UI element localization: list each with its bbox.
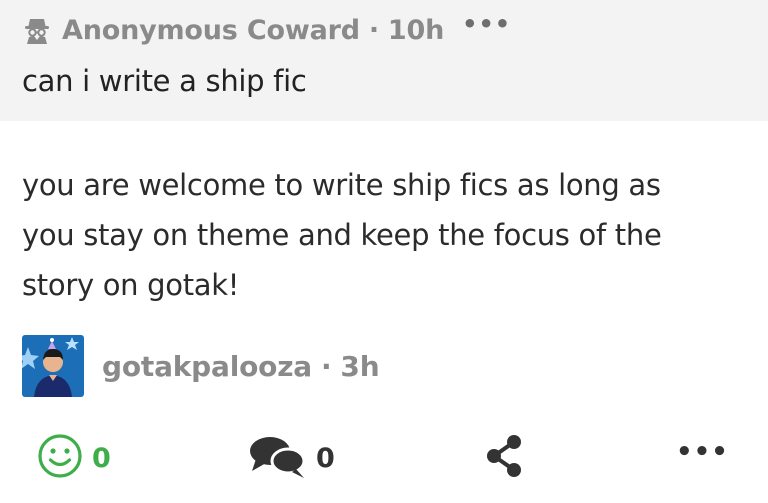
smile-count: 0 [92, 442, 111, 474]
comment-bubbles-icon [248, 431, 308, 485]
answerer-name[interactable]: gotakpalooza [102, 350, 312, 383]
smile-button[interactable]: 0 [36, 430, 111, 486]
more-options-button[interactable]: ••• [676, 430, 729, 486]
answer-text: you are welcome to write ship fics as lo… [22, 160, 742, 310]
question-timestamp: 10h [387, 14, 445, 46]
answer-timestamp: 3h [340, 349, 380, 383]
share-icon [483, 432, 527, 484]
question-text: can i write a ship fic [22, 64, 307, 98]
asker-row: Anonymous Coward · 10h ••• [22, 10, 511, 48]
comment-count: 0 [316, 442, 335, 474]
action-bar: 0 0 ••• [0, 430, 768, 486]
share-button[interactable] [483, 430, 527, 486]
answer-line: you are welcome to write ship fics as lo… [22, 168, 661, 202]
more-dots-icon: ••• [676, 437, 729, 467]
spy-icon [22, 15, 52, 45]
question-more-button[interactable]: ••• [462, 10, 511, 38]
smile-icon [36, 432, 84, 484]
question-block: Anonymous Coward · 10h ••• can i write a… [0, 0, 768, 121]
asker-name[interactable]: Anonymous Coward [62, 15, 360, 46]
meta-separator: · [368, 14, 379, 46]
answer-line: you stay on theme and keep the focus of … [22, 218, 662, 252]
avatar[interactable] [22, 335, 84, 397]
answerer-row: gotakpalooza · 3h [22, 335, 380, 397]
comment-button[interactable]: 0 [248, 430, 335, 486]
meta-separator: · [320, 349, 332, 383]
answer-line: story on gotak! [22, 268, 240, 302]
